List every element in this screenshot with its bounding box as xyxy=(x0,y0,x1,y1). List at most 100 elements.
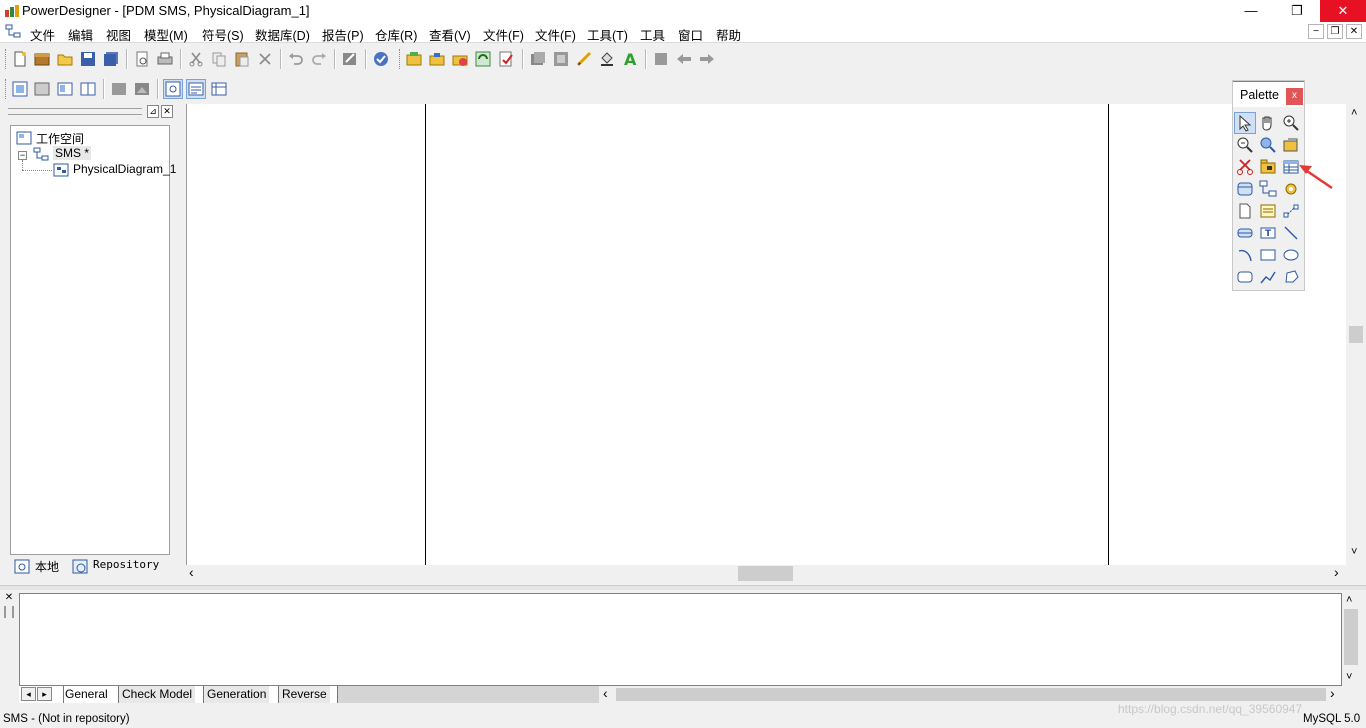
scroll-left-arrow[interactable]: ‹ xyxy=(189,564,194,580)
menu-window[interactable]: 窗口 xyxy=(678,25,703,44)
output-vertical-scrollbar[interactable]: ˄ ˅ xyxy=(1342,593,1361,686)
diagram-window-icon[interactable] xyxy=(5,24,21,39)
link-tool-icon[interactable] xyxy=(1281,201,1301,221)
output-scroll-down-arrow[interactable]: ˅ xyxy=(1346,671,1352,683)
fill-icon[interactable] xyxy=(598,50,616,68)
font-icon[interactable]: A xyxy=(621,50,639,68)
polyline-tool-icon[interactable] xyxy=(1258,267,1278,287)
output-scroll-thumb[interactable] xyxy=(1344,609,1358,665)
tab-generation[interactable]: Generation xyxy=(203,686,270,703)
reference-tool-icon[interactable] xyxy=(1258,179,1278,199)
output-scroll-left-arrow[interactable]: ‹ xyxy=(603,685,608,701)
ellipse-tool-icon[interactable] xyxy=(1281,245,1301,265)
menu-edit[interactable]: 编辑 xyxy=(68,25,93,44)
open-package-tool-icon[interactable] xyxy=(1258,135,1278,155)
line-tool-icon[interactable] xyxy=(1281,223,1301,243)
diagram-vertical-scrollbar[interactable]: ˄ ˅ xyxy=(1347,104,1366,565)
browser-pin-button[interactable]: ⊿ xyxy=(147,105,159,118)
output-splitter[interactable] xyxy=(0,585,1366,590)
model-diagram-icon[interactable] xyxy=(11,80,29,98)
menu-tools-t[interactable]: 工具(T) xyxy=(587,25,628,44)
polygon-tool-icon[interactable] xyxy=(1281,267,1301,287)
new-icon[interactable] xyxy=(11,50,29,68)
send-to-back-icon[interactable] xyxy=(552,50,570,68)
undo-icon[interactable] xyxy=(287,50,305,68)
delete-icon[interactable] xyxy=(256,50,274,68)
refresh-icon[interactable] xyxy=(474,50,492,68)
paste-icon[interactable] xyxy=(233,50,251,68)
browser-close-button[interactable]: ✕ xyxy=(161,105,173,118)
tab-check-model[interactable]: Check Model xyxy=(118,686,196,703)
tab-repository[interactable]: Repository xyxy=(93,554,159,576)
tree-physical-diagram[interactable]: PhysicalDiagram_1 xyxy=(73,162,176,176)
toolbar-grip[interactable] xyxy=(5,49,8,69)
palette-header[interactable]: Palette x xyxy=(1233,81,1304,107)
output-scroll-up-arrow[interactable]: ˄ xyxy=(1346,594,1352,606)
database-package-icon[interactable] xyxy=(451,50,469,68)
print-preview-icon[interactable] xyxy=(133,50,151,68)
menu-help[interactable]: 帮助 xyxy=(716,25,741,44)
menu-report[interactable]: 报告(P) xyxy=(322,25,364,44)
line-style-icon[interactable] xyxy=(575,50,593,68)
tab-local[interactable]: 本地 xyxy=(35,556,59,578)
menu-database[interactable]: 数据库(D) xyxy=(255,25,310,44)
tab-reverse[interactable]: Reverse xyxy=(278,686,330,703)
diagram-horizontal-scrollbar[interactable]: ‹ › xyxy=(186,564,1347,582)
package-tool-icon[interactable] xyxy=(1258,157,1278,177)
view-tool-icon[interactable] xyxy=(1235,179,1255,199)
tree-collapse-toggle[interactable]: − xyxy=(18,151,27,160)
pointer-tool-icon[interactable] xyxy=(1234,112,1256,134)
menu-browse[interactable]: 查看(V) xyxy=(429,25,471,44)
new-model-icon[interactable] xyxy=(33,50,51,68)
properties-tool-icon[interactable] xyxy=(1281,135,1301,155)
output-close-button[interactable]: ✕ xyxy=(3,592,15,604)
mdi-close-button[interactable]: ✕ xyxy=(1346,24,1362,39)
delete-tool-icon[interactable] xyxy=(1235,157,1255,177)
mdi-restore-button[interactable]: ❐ xyxy=(1327,24,1343,39)
scroll-right-arrow[interactable]: › xyxy=(1334,564,1339,580)
save-all-icon[interactable] xyxy=(102,50,120,68)
graphic-format-icon[interactable] xyxy=(133,80,151,98)
zoom-out-tool-icon[interactable] xyxy=(1235,135,1255,155)
symbol-format-icon[interactable] xyxy=(110,80,128,98)
storage-tool-icon[interactable] xyxy=(1235,223,1255,243)
browser-grip[interactable] xyxy=(8,108,142,115)
window-icon[interactable] xyxy=(33,80,51,98)
output-toggle-icon[interactable] xyxy=(186,79,206,99)
tree-model-sms[interactable]: SMS * xyxy=(53,146,92,160)
align-icon[interactable] xyxy=(652,50,670,68)
tree-workspace[interactable]: 工作空间 xyxy=(36,130,84,147)
split-view-icon[interactable] xyxy=(79,80,97,98)
output-text-area[interactable] xyxy=(19,593,1342,686)
grabber-tool-icon[interactable] xyxy=(1258,113,1278,133)
check-document-icon[interactable] xyxy=(497,50,515,68)
menu-symbol[interactable]: 符号(S) xyxy=(202,25,244,44)
output-grip[interactable] xyxy=(4,606,14,618)
tab-general[interactable]: General xyxy=(63,686,108,703)
output-scroll-right-arrow[interactable]: › xyxy=(1330,685,1335,701)
package-open-icon[interactable] xyxy=(405,50,423,68)
copy-icon[interactable] xyxy=(210,50,228,68)
zoom-in-tool-icon[interactable] xyxy=(1281,113,1301,133)
scroll-down-arrow[interactable]: ˅ xyxy=(1351,546,1357,558)
menu-file-f-1[interactable]: 文件(F) xyxy=(483,25,524,44)
menu-model[interactable]: 模型(M) xyxy=(144,25,188,44)
tab-scroll-left-button[interactable]: ◂ xyxy=(21,687,36,701)
diagram-canvas[interactable] xyxy=(186,104,1346,565)
horizontal-scroll-thumb[interactable] xyxy=(738,566,793,581)
menu-repository[interactable]: 仓库(R) xyxy=(375,25,417,44)
minimize-button[interactable]: — xyxy=(1228,0,1274,22)
menu-file-f-2[interactable]: 文件(F) xyxy=(535,25,576,44)
mdi-minimize-button[interactable]: − xyxy=(1308,24,1324,39)
document-view-icon[interactable] xyxy=(56,80,74,98)
save-icon[interactable] xyxy=(79,50,97,68)
file-tool-icon[interactable] xyxy=(1235,201,1255,221)
menu-file[interactable]: 文件 xyxy=(30,25,55,44)
title-tool-icon[interactable]: T xyxy=(1258,223,1278,243)
menu-view[interactable]: 视图 xyxy=(106,25,131,44)
output-horizontal-thumb[interactable] xyxy=(616,688,1326,701)
output-horizontal-scrollbar[interactable]: ‹ › xyxy=(600,685,1342,703)
properties-icon[interactable] xyxy=(341,50,359,68)
browser-toggle-icon[interactable] xyxy=(163,79,183,99)
text-note-tool-icon[interactable] xyxy=(1258,201,1278,221)
